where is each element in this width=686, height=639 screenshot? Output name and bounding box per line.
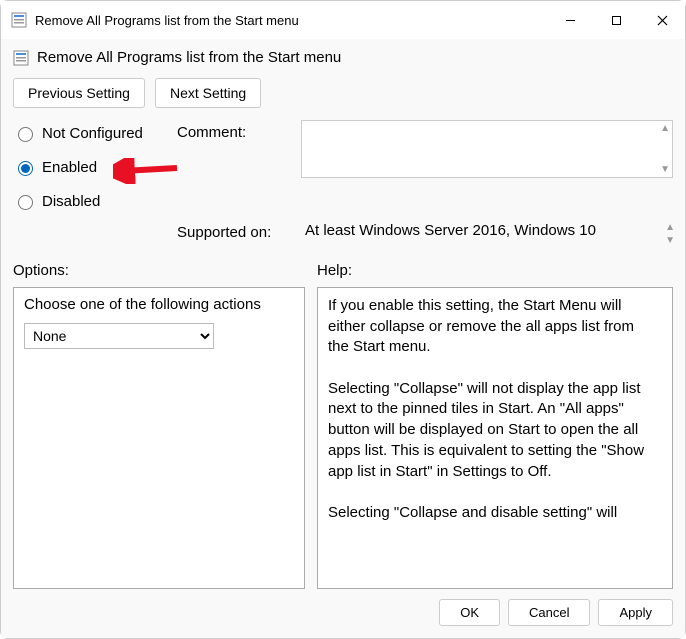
radio-enabled[interactable]: Enabled: [13, 158, 173, 176]
options-panel: Choose one of the following actions None: [13, 287, 305, 589]
radio-disabled[interactable]: Disabled: [13, 192, 173, 210]
comment-label: Comment:: [177, 120, 297, 141]
policy-title: Remove All Programs list from the Start …: [37, 49, 341, 66]
supported-on-text: At least Windows Server 2016, Windows 10: [305, 222, 596, 239]
radio-label: Not Configured: [42, 125, 143, 142]
radio-not-configured[interactable]: Not Configured: [13, 124, 173, 142]
supported-on-value: At least Windows Server 2016, Windows 10…: [301, 220, 673, 248]
help-label: Help:: [317, 262, 673, 279]
policy-icon: [13, 50, 29, 66]
scroll-down-icon[interactable]: ▼: [660, 164, 670, 175]
radio-disabled-input[interactable]: [18, 195, 33, 210]
options-label: Options:: [13, 262, 305, 279]
help-text: If you enable this setting, the Start Me…: [328, 297, 648, 521]
options-action-select[interactable]: None: [24, 323, 214, 349]
maximize-button[interactable]: [593, 1, 639, 39]
state-radio-group: Not Configured Enabled Disabled: [13, 120, 173, 210]
window-title: Remove All Programs list from the Start …: [35, 13, 547, 28]
titlebar: Remove All Programs list from the Start …: [1, 1, 685, 39]
radio-label: Disabled: [42, 193, 100, 210]
scroll-up-icon[interactable]: ▲: [665, 222, 675, 233]
apply-button[interactable]: Apply: [598, 599, 673, 626]
help-panel[interactable]: If you enable this setting, the Start Me…: [317, 287, 673, 589]
radio-label: Enabled: [42, 159, 97, 176]
policy-header: Remove All Programs list from the Start …: [13, 39, 673, 74]
minimize-button[interactable]: [547, 1, 593, 39]
scroll-up-icon[interactable]: ▲: [660, 123, 670, 134]
comment-textarea[interactable]: ▲ ▼: [301, 120, 673, 178]
supported-on-label: Supported on:: [177, 220, 297, 241]
close-button[interactable]: [639, 1, 685, 39]
next-setting-button[interactable]: Next Setting: [155, 78, 261, 108]
radio-enabled-input[interactable]: [18, 161, 33, 176]
previous-setting-button[interactable]: Previous Setting: [13, 78, 145, 108]
policy-icon: [11, 12, 27, 28]
options-prompt: Choose one of the following actions: [24, 296, 294, 313]
scroll-down-icon[interactable]: ▼: [665, 235, 675, 246]
ok-button[interactable]: OK: [439, 599, 500, 626]
cancel-button[interactable]: Cancel: [508, 599, 590, 626]
window-controls: [547, 1, 685, 39]
radio-not-configured-input[interactable]: [18, 127, 33, 142]
